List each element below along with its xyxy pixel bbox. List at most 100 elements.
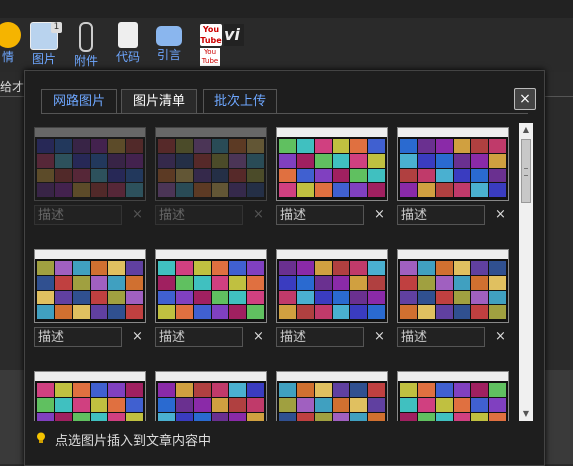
thumbnail-tile bbox=[175, 139, 193, 153]
thumbnail-tile bbox=[158, 397, 175, 412]
scroll-thumb[interactable] bbox=[521, 139, 531, 203]
thumbnail-tile bbox=[54, 183, 72, 197]
thumbnail-tile bbox=[37, 275, 54, 290]
thumbnail-tile bbox=[489, 183, 506, 197]
thumbnail-tile bbox=[126, 305, 143, 319]
thumbnail-tile bbox=[489, 153, 506, 168]
thumbnail-tile bbox=[279, 183, 296, 197]
thumbnail-tile bbox=[126, 397, 143, 412]
thumbnail-tile bbox=[350, 183, 368, 197]
thumbnail-tile bbox=[175, 168, 193, 183]
description-input[interactable]: 描述 bbox=[276, 205, 364, 225]
youtube-icon[interactable]: You Tube bbox=[200, 24, 222, 46]
thumbnail-header bbox=[156, 128, 266, 137]
description-input[interactable]: 描述 bbox=[397, 327, 485, 347]
thumbnail-tile bbox=[417, 261, 435, 275]
image-thumbnail[interactable] bbox=[276, 127, 388, 201]
image-thumbnail[interactable] bbox=[34, 127, 146, 201]
thumbnail-header bbox=[398, 250, 508, 259]
thumbnail-tile bbox=[54, 139, 72, 153]
description-input[interactable]: 描述 bbox=[155, 205, 243, 225]
thumbnail-tile bbox=[72, 183, 90, 197]
remove-image-icon[interactable]: × bbox=[253, 327, 264, 347]
tab-web-images[interactable]: 网路图片 bbox=[41, 89, 117, 113]
toolbar-image-button[interactable]: 1 图片 bbox=[24, 22, 64, 66]
description-input[interactable]: 描述 bbox=[155, 327, 243, 347]
thumbnail-tile bbox=[158, 305, 175, 319]
remove-image-icon[interactable]: × bbox=[374, 205, 385, 225]
thumbnail-tile bbox=[368, 153, 385, 168]
thumbnail-tile bbox=[314, 139, 332, 153]
image-thumbnail[interactable] bbox=[397, 371, 509, 421]
thumbnail-tile bbox=[126, 139, 143, 153]
image-thumbnail[interactable] bbox=[397, 127, 509, 201]
thumbnail-tile bbox=[193, 168, 211, 183]
thumbnail-tile bbox=[229, 397, 247, 412]
thumbnail-tile bbox=[108, 290, 126, 305]
thumbnail-tile bbox=[247, 412, 264, 421]
image-thumbnail[interactable] bbox=[155, 249, 267, 323]
thumbnail-tile bbox=[90, 397, 108, 412]
thumbnail-tile bbox=[37, 383, 54, 397]
remove-image-icon[interactable]: × bbox=[253, 205, 264, 225]
thumbnail-tile bbox=[279, 261, 296, 275]
thumbnail-tile bbox=[247, 168, 264, 183]
image-list-item: 描述 × bbox=[155, 249, 267, 347]
thumbnail-tiles bbox=[400, 383, 506, 421]
thumbnail-tile bbox=[471, 139, 489, 153]
remove-image-icon[interactable]: × bbox=[495, 327, 506, 347]
thumbnail-tile bbox=[158, 290, 175, 305]
image-thumbnail[interactable] bbox=[397, 249, 509, 323]
thumbnail-tiles bbox=[37, 383, 143, 421]
scroll-grip-icon bbox=[524, 168, 528, 176]
description-input[interactable]: 描述 bbox=[34, 205, 122, 225]
tab-batch-upload[interactable]: 批次上传 bbox=[203, 89, 277, 113]
tab-image-list[interactable]: 图片清单 bbox=[121, 89, 197, 113]
image-thumbnail[interactable] bbox=[34, 249, 146, 323]
image-thumbnail[interactable] bbox=[276, 371, 388, 421]
thumbnail-tile bbox=[489, 412, 506, 421]
toolbar-code-button[interactable]: 代码 bbox=[108, 22, 148, 64]
thumbnail-tile bbox=[126, 168, 143, 183]
thumbnail-tile bbox=[453, 412, 471, 421]
thumbnail-header bbox=[277, 250, 387, 259]
description-input[interactable]: 描述 bbox=[397, 205, 485, 225]
close-button[interactable]: × bbox=[514, 88, 536, 110]
thumbnail-tile bbox=[90, 261, 108, 275]
remove-image-icon[interactable]: × bbox=[132, 327, 143, 347]
description-input[interactable]: 描述 bbox=[34, 327, 122, 347]
toolbar-attachment-button[interactable]: 附件 bbox=[66, 22, 106, 68]
remove-image-icon[interactable]: × bbox=[495, 205, 506, 225]
thumbnail-tile bbox=[108, 139, 126, 153]
scroll-up-arrow-icon[interactable]: ▲ bbox=[519, 123, 533, 137]
thumbnail-tile bbox=[229, 183, 247, 197]
image-thumbnail[interactable] bbox=[34, 371, 146, 421]
thumbnail-tile bbox=[108, 261, 126, 275]
thumbnail-tile bbox=[453, 139, 471, 153]
thumbnail-tile bbox=[471, 383, 489, 397]
thumbnail-tile bbox=[247, 261, 264, 275]
vimeo-icon[interactable]: vi bbox=[224, 24, 244, 46]
thumbnail-tile bbox=[368, 168, 385, 183]
thumbnail-tile bbox=[296, 153, 314, 168]
description-input[interactable]: 描述 bbox=[276, 327, 364, 347]
thumbnail-tile bbox=[471, 261, 489, 275]
toolbar-quote-button[interactable]: 引言 bbox=[149, 22, 189, 62]
image-thumbnail[interactable] bbox=[155, 371, 267, 421]
thumbnail-header bbox=[277, 128, 387, 137]
thumbnail-tile bbox=[54, 275, 72, 290]
youtube-small-icon[interactable]: You Tube bbox=[200, 48, 220, 66]
thumbnail-tile bbox=[193, 139, 211, 153]
scrollbar[interactable]: ▲ ▼ bbox=[519, 123, 533, 421]
image-thumbnail[interactable] bbox=[155, 127, 267, 201]
thumbnail-tile bbox=[211, 153, 229, 168]
image-thumbnail[interactable] bbox=[276, 249, 388, 323]
scroll-down-arrow-icon[interactable]: ▼ bbox=[519, 407, 533, 421]
image-list-item: 描述 × bbox=[155, 127, 267, 225]
thumbnail-tile bbox=[471, 290, 489, 305]
remove-image-icon[interactable]: × bbox=[374, 327, 385, 347]
thumbnail-tile bbox=[126, 383, 143, 397]
remove-image-icon[interactable]: × bbox=[132, 205, 143, 225]
thumbnail-tile bbox=[108, 168, 126, 183]
thumbnail-tile bbox=[54, 412, 72, 421]
